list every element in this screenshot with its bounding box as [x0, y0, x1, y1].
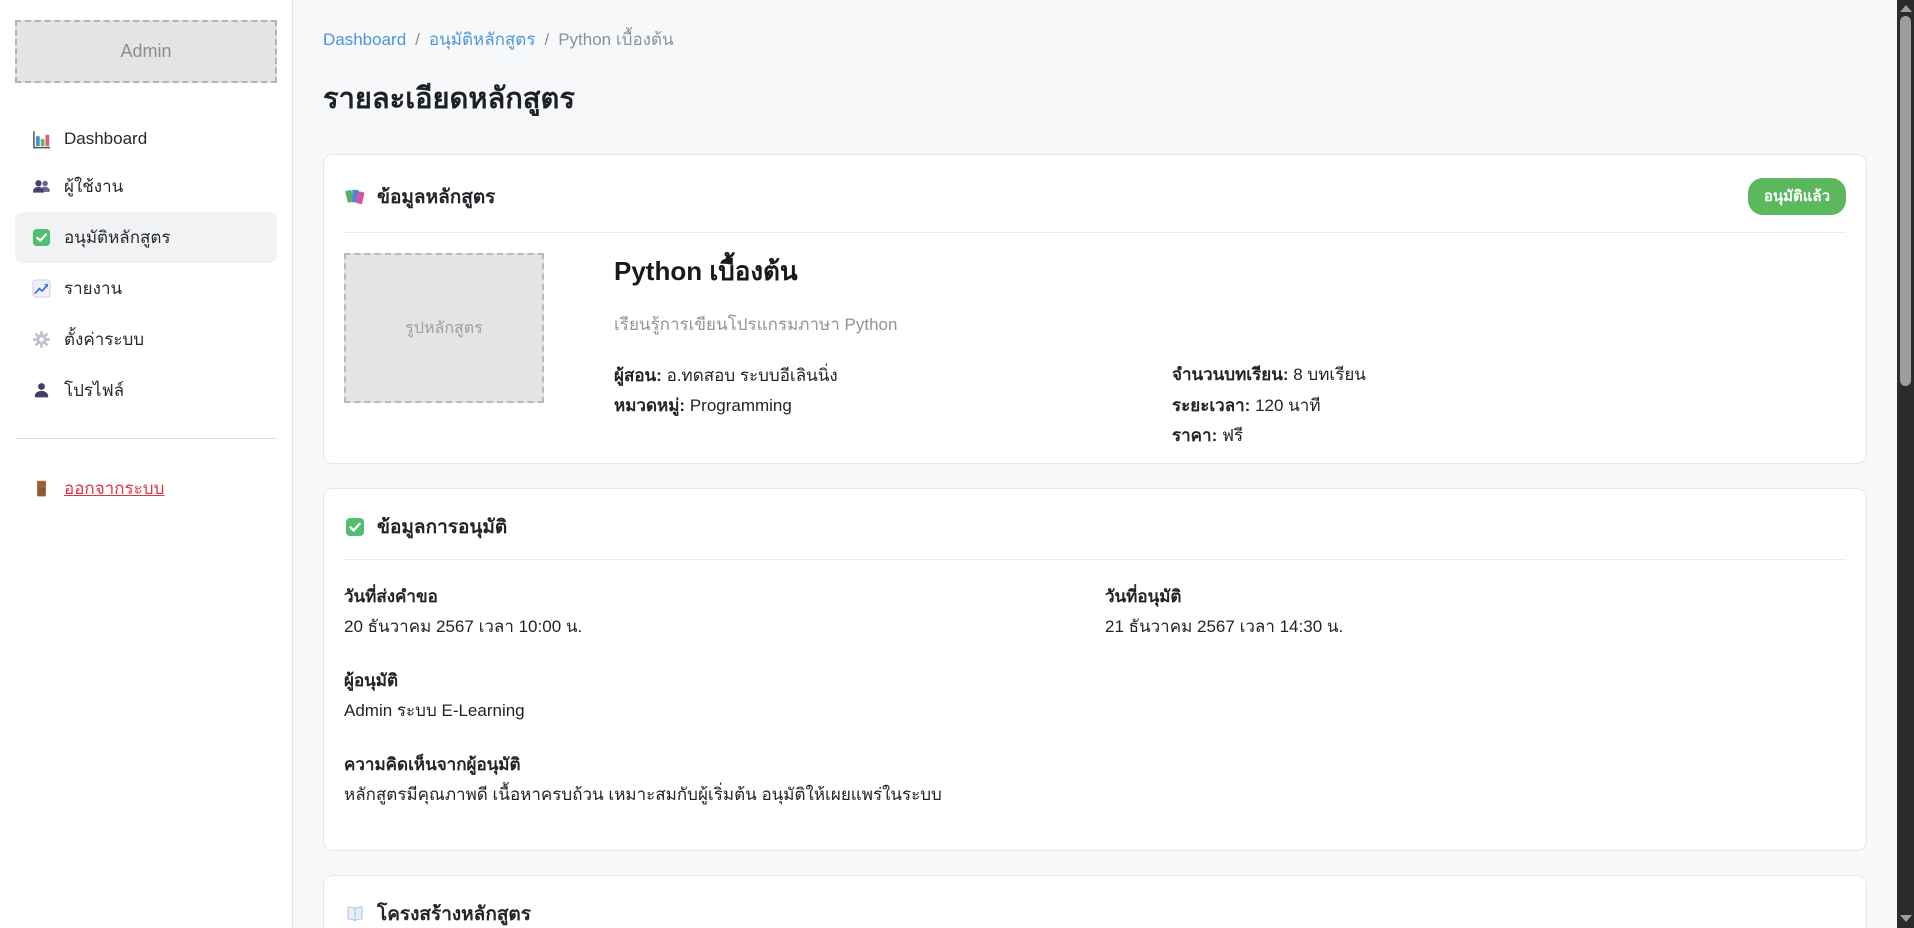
- books-icon: [344, 186, 366, 208]
- course-info-card-header: ข้อมูลหลักสูตร อนุมัติแล้ว: [324, 155, 1866, 232]
- brand-label: Admin: [120, 41, 171, 62]
- check-icon: [344, 516, 366, 538]
- category-label: หมวดหมู่:: [614, 396, 685, 415]
- sidebar-item-dashboard[interactable]: Dashboard: [15, 117, 277, 161]
- sidebar-item-profile[interactable]: โปรไฟล์: [15, 365, 277, 416]
- sidebar-item-users[interactable]: ผู้ใช้งาน: [15, 161, 277, 212]
- course-price-row: ราคา: ฟรี: [1172, 424, 1846, 449]
- duration-label: ระยะเวลา:: [1172, 396, 1250, 415]
- course-category-row: หมวดหมู่: Programming: [614, 394, 1172, 419]
- approval-info-card-header: ข้อมูลการอนุมัติ: [324, 489, 1866, 559]
- course-title: Python เบื้องต้น: [614, 255, 1172, 289]
- sidebar-item-reports[interactable]: รายงาน: [15, 263, 277, 314]
- request-date-value: 20 ธันวาคม 2567 เวลา 10:00 น.: [344, 614, 1085, 640]
- duration-value: 120 นาที: [1255, 396, 1320, 415]
- report-chart-icon: [31, 279, 51, 299]
- approve-date-value: 21 ธันวาคม 2567 เวลา 14:30 น.: [1105, 614, 1846, 640]
- users-icon: [31, 177, 51, 197]
- course-lessons-row: จำนวนบทเรียน: 8 บทเรียน: [1172, 363, 1846, 388]
- approver-comment-value: หลักสูตรมีคุณภาพดี เนื้อหาครบถ้วน เหมาะส…: [344, 782, 1846, 808]
- breadcrumb-link-course-approval[interactable]: อนุมัติหลักสูตร: [429, 26, 536, 53]
- course-structure-card: โครงสร้างหลักสูตร: [323, 875, 1867, 928]
- approver-field: ผู้อนุมัติ Admin ระบบ E-Learning: [344, 668, 1846, 724]
- sidebar-nav: Dashboard ผู้ใช้งาน: [15, 117, 277, 416]
- approver-value: Admin ระบบ E-Learning: [344, 698, 1846, 724]
- instructor-label: ผู้สอน:: [614, 366, 662, 385]
- approver-comment-label: ความคิดเห็นจากผู้อนุมัติ: [344, 752, 1846, 778]
- admin-logo-placeholder: Admin: [15, 20, 277, 83]
- sidebar-item-label: Dashboard: [64, 129, 147, 149]
- sidebar-item-label: ตั้งค่าระบบ: [64, 326, 144, 353]
- price-value: ฟรี: [1222, 426, 1243, 445]
- card-title: โครงสร้างหลักสูตร: [377, 899, 531, 928]
- app-root: Admin Dashboard: [0, 0, 1914, 928]
- course-info-card: ข้อมูลหลักสูตร อนุมัติแล้ว รูปหลักสูตร P…: [323, 154, 1867, 464]
- status-badge: อนุมัติแล้ว: [1748, 178, 1846, 215]
- lessons-label: จำนวนบทเรียน:: [1172, 365, 1288, 384]
- sidebar-item-course-approval[interactable]: อนุมัติหลักสูตร: [15, 212, 277, 263]
- breadcrumb-separator: /: [415, 30, 420, 50]
- course-info-body: รูปหลักสูตร Python เบื้องต้น เรียนรู้การ…: [324, 233, 1866, 463]
- door-icon: [31, 479, 51, 499]
- sidebar-item-label: รายงาน: [64, 275, 122, 302]
- scroll-up-arrow-icon[interactable]: [1900, 5, 1912, 12]
- lessons-value: 8 บทเรียน: [1293, 365, 1366, 384]
- sidebar-divider: [15, 438, 277, 439]
- scroll-down-arrow-icon[interactable]: [1900, 915, 1912, 922]
- approve-check-icon: [31, 228, 51, 248]
- course-main-column: Python เบื้องต้น เรียนรู้การเขียนโปรแกรม…: [614, 253, 1172, 455]
- instructor-value: อ.ทดสอบ ระบบอีเลินนิ่ง: [667, 366, 838, 385]
- sidebar-item-label: อนุมัติหลักสูตร: [64, 224, 171, 251]
- sidebar-item-label: ผู้ใช้งาน: [64, 173, 123, 200]
- open-book-icon: [344, 903, 366, 925]
- person-icon: [31, 381, 51, 401]
- course-duration-row: ระยะเวลา: 120 นาที: [1172, 394, 1846, 419]
- card-title: ข้อมูลการอนุมัติ: [377, 512, 507, 542]
- course-side-column: จำนวนบทเรียน: 8 บทเรียน ระยะเวลา: 120 นา…: [1172, 253, 1846, 455]
- page-title: รายละเอียดหลักสูตร: [323, 75, 1867, 121]
- dashboard-icon: [31, 129, 51, 149]
- approver-label: ผู้อนุมัติ: [344, 668, 1846, 694]
- course-subtitle: เรียนรู้การเขียนโปรแกรมภาษา Python: [614, 311, 1172, 338]
- logout-link[interactable]: ออกจากระบบ: [15, 465, 277, 512]
- sidebar-item-label: โปรไฟล์: [64, 377, 124, 404]
- sidebar-item-settings[interactable]: ตั้งค่าระบบ: [15, 314, 277, 365]
- breadcrumb-current: Python เบื้องต้น: [558, 26, 673, 53]
- breadcrumb-separator: /: [544, 30, 549, 50]
- request-date-label: วันที่ส่งคำขอ: [344, 584, 1085, 610]
- request-date-field: วันที่ส่งคำขอ 20 ธันวาคม 2567 เวลา 10:00…: [344, 584, 1085, 640]
- course-structure-card-header: โครงสร้างหลักสูตร: [324, 876, 1866, 928]
- course-instructor-row: ผู้สอน: อ.ทดสอบ ระบบอีเลินนิ่ง: [614, 364, 1172, 389]
- approval-info-card: ข้อมูลการอนุมัติ วันที่ส่งคำขอ 20 ธันวาค…: [323, 488, 1867, 851]
- category-value: Programming: [690, 396, 792, 415]
- main-content: Dashboard / อนุมัติหลักสูตร / Python เบื…: [293, 0, 1914, 928]
- course-image-placeholder-label: รูปหลักสูตร: [405, 316, 483, 341]
- scrollbar-thumb[interactable]: [1900, 16, 1911, 386]
- gear-icon: [31, 330, 51, 350]
- card-title: ข้อมูลหลักสูตร: [377, 182, 495, 212]
- breadcrumb: Dashboard / อนุมัติหลักสูตร / Python เบื…: [323, 26, 1867, 53]
- vertical-scrollbar[interactable]: [1897, 0, 1914, 928]
- approval-info-body: วันที่ส่งคำขอ 20 ธันวาคม 2567 เวลา 10:00…: [324, 560, 1866, 850]
- price-label: ราคา:: [1172, 426, 1217, 445]
- logout-label: ออกจากระบบ: [64, 475, 164, 502]
- course-image-placeholder: รูปหลักสูตร: [344, 253, 544, 403]
- approver-comment-field: ความคิดเห็นจากผู้อนุมัติ หลักสูตรมีคุณภา…: [344, 752, 1846, 808]
- breadcrumb-link-dashboard[interactable]: Dashboard: [323, 30, 406, 50]
- sidebar: Admin Dashboard: [0, 0, 293, 928]
- approve-date-field: วันที่อนุมัติ 21 ธันวาคม 2567 เวลา 14:30…: [1105, 584, 1846, 640]
- approve-date-label: วันที่อนุมัติ: [1105, 584, 1846, 610]
